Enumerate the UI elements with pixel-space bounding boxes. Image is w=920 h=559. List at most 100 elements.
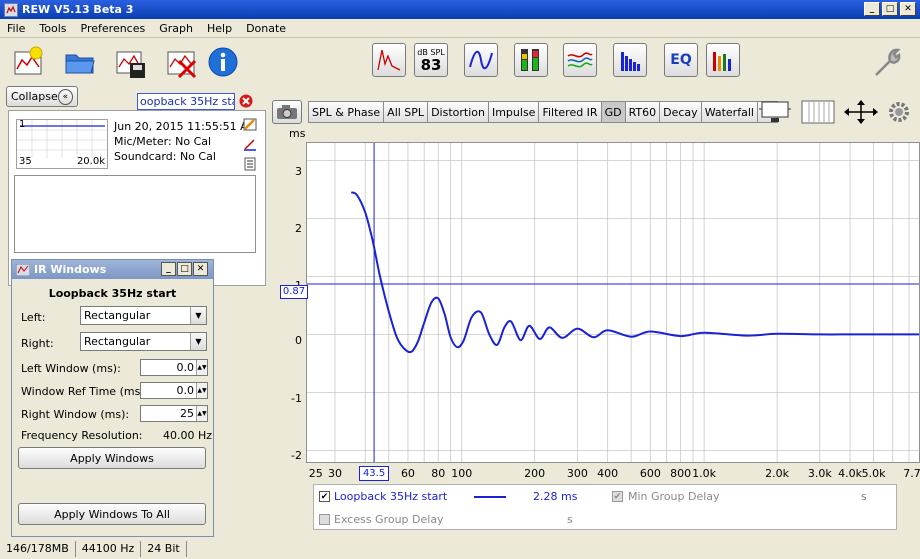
ir-close-button[interactable]: ✕: [193, 262, 208, 276]
spinner-arrows-icon[interactable]: ▲▼: [196, 383, 207, 398]
y-tick-label: 3: [295, 165, 302, 178]
overlays-icon[interactable]: [563, 43, 597, 77]
notes-icon[interactable]: [243, 157, 257, 171]
excess-gd-unit: s: [567, 513, 573, 526]
gear-icon[interactable]: [886, 100, 912, 124]
tab-spl-phase[interactable]: SPL & Phase: [308, 101, 385, 123]
collapse-chevron-icon: «: [57, 88, 73, 105]
right-window-spinner[interactable]: 25 ▲▼: [140, 405, 208, 422]
tab-impulse[interactable]: Impulse: [487, 101, 540, 123]
group-delay-plot[interactable]: [306, 142, 920, 463]
info-icon[interactable]: [205, 44, 241, 80]
apply-windows-to-all-button[interactable]: Apply Windows To All: [18, 503, 206, 525]
left-window-type-select[interactable]: Rectangular ▼: [80, 306, 207, 325]
y-tick-label: 2: [295, 222, 302, 235]
menu-tools[interactable]: Tools: [32, 22, 73, 35]
status-sample-rate: 44100 Hz: [76, 541, 142, 557]
right-window-type-select[interactable]: Rectangular ▼: [80, 332, 207, 351]
minimize-button[interactable]: _: [864, 2, 880, 16]
maximize-button[interactable]: □: [882, 2, 898, 16]
menu-donate[interactable]: Donate: [239, 22, 293, 35]
measurement-date: Jun 20, 2015 11:55:51 A: [114, 120, 248, 133]
excess-gd-checkbox[interactable]: [319, 514, 330, 525]
tab-all-spl[interactable]: All SPL: [383, 101, 429, 123]
x-tick-label: 3.0k: [807, 467, 832, 480]
x-tick-label: 100: [451, 467, 473, 480]
remove-circle-icon[interactable]: [239, 94, 253, 108]
apply-windows-button[interactable]: Apply Windows: [18, 447, 206, 469]
x-tick-label: 7.7: [903, 467, 920, 480]
min-gd-checkbox[interactable]: ✔: [612, 491, 623, 502]
series-line-loopback-35hz: [350, 191, 919, 354]
graph-controls-icon[interactable]: [757, 99, 793, 125]
menu-bar: File Tools Preferences Graph Help Donate: [0, 19, 920, 38]
fit-axes-icon[interactable]: [843, 99, 879, 125]
x-tick-label: 60: [400, 467, 415, 480]
edit-icon[interactable]: [243, 117, 257, 131]
x-tick-label: 800: [670, 467, 692, 480]
remove-measurement-icon[interactable]: [164, 44, 200, 80]
camera-icon[interactable]: [272, 100, 302, 124]
status-bar: 146/178MB 44100 Hz 24 Bit: [0, 539, 920, 559]
collapse-button[interactable]: Collapse «: [6, 86, 78, 107]
ir-windows-heading: Loopback 35Hz start: [48, 287, 177, 300]
menu-graph[interactable]: Graph: [152, 22, 200, 35]
level-meters-icon[interactable]: [514, 43, 548, 77]
right-window-type-value: Rectangular: [84, 335, 151, 348]
ref-time-spinner[interactable]: 0.0 ▲▼: [140, 382, 208, 399]
tab-decay[interactable]: Decay: [659, 101, 702, 123]
spinner-arrows-icon[interactable]: ▲▼: [196, 406, 207, 421]
right-label: Right:: [21, 337, 54, 350]
tab-rt60[interactable]: RT60: [624, 101, 661, 123]
close-button[interactable]: ✕: [900, 2, 916, 16]
color-pen-icon[interactable]: [243, 137, 257, 151]
rta-icon[interactable]: [372, 43, 406, 77]
spinner-arrows-icon[interactable]: ▲▼: [196, 360, 207, 375]
y-tick-label: 0: [295, 334, 302, 347]
save-icon[interactable]: [113, 44, 149, 80]
thumbnail-min-label: 35: [19, 156, 32, 167]
eq-icon[interactable]: EQ: [664, 43, 698, 77]
app-icon: [4, 2, 18, 17]
x-tick-label: 5.0k: [861, 467, 886, 480]
series-visible-checkbox[interactable]: ✔: [319, 491, 330, 502]
measurement-notes[interactable]: [14, 175, 256, 253]
all-spl-icon[interactable]: [613, 43, 647, 77]
left-window-spinner[interactable]: 0.0 ▲▼: [140, 359, 208, 376]
ref-time-value: 0.0: [176, 384, 195, 397]
overlay-panels-icon[interactable]: [800, 99, 836, 125]
tab-waterfall[interactable]: Waterfall: [700, 101, 758, 123]
generator-icon[interactable]: [464, 43, 498, 77]
menu-file[interactable]: File: [0, 22, 32, 35]
ir-windows-title: IR Windows: [34, 263, 107, 276]
eq-label: EQ: [670, 52, 692, 68]
min-gd-unit: s: [861, 490, 867, 503]
measurement-name-field[interactable]: oopback 35Hz start: [137, 93, 235, 110]
ir-windows-dialog: IR Windows _ □ ✕ Loopback 35Hz start Lef…: [11, 259, 214, 537]
menu-help[interactable]: Help: [200, 22, 239, 35]
y-tick-label: -2: [291, 449, 302, 462]
tab-filtered-ir[interactable]: Filtered IR: [538, 101, 602, 123]
left-window-label: Left Window (ms):: [21, 362, 121, 375]
ir-maximize-button[interactable]: □: [177, 262, 192, 276]
menu-preferences[interactable]: Preferences: [74, 22, 153, 35]
tab-distortion[interactable]: Distortion: [427, 101, 489, 123]
freq-res-label: Frequency Resolution:: [21, 429, 143, 442]
status-bit-depth: 24 Bit: [141, 541, 187, 557]
x-tick-label: 200: [524, 467, 546, 480]
room-sim-icon[interactable]: [706, 43, 740, 77]
right-window-value: 25: [180, 407, 194, 420]
graph-tabs: SPL & Phase All SPL Distortion Impulse F…: [308, 101, 778, 123]
preferences-wrench-icon[interactable]: [869, 44, 905, 80]
thumbnail-max-label: 20.0k: [76, 156, 105, 167]
open-folder-icon[interactable]: [62, 44, 98, 80]
x-tick-label: 400: [597, 467, 619, 480]
measurement-mic: Mic/Meter: No Cal: [114, 135, 212, 148]
ir-minimize-button[interactable]: _: [161, 262, 176, 276]
tab-gd[interactable]: GD: [600, 101, 626, 123]
spl-meter-icon[interactable]: dB SPL 83: [414, 43, 448, 77]
x-tick-label: 30: [327, 467, 342, 480]
freq-res-value: 40.00 Hz: [163, 429, 213, 442]
new-measurement-icon[interactable]: [11, 44, 47, 80]
right-window-label: Right Window (ms):: [21, 408, 130, 421]
